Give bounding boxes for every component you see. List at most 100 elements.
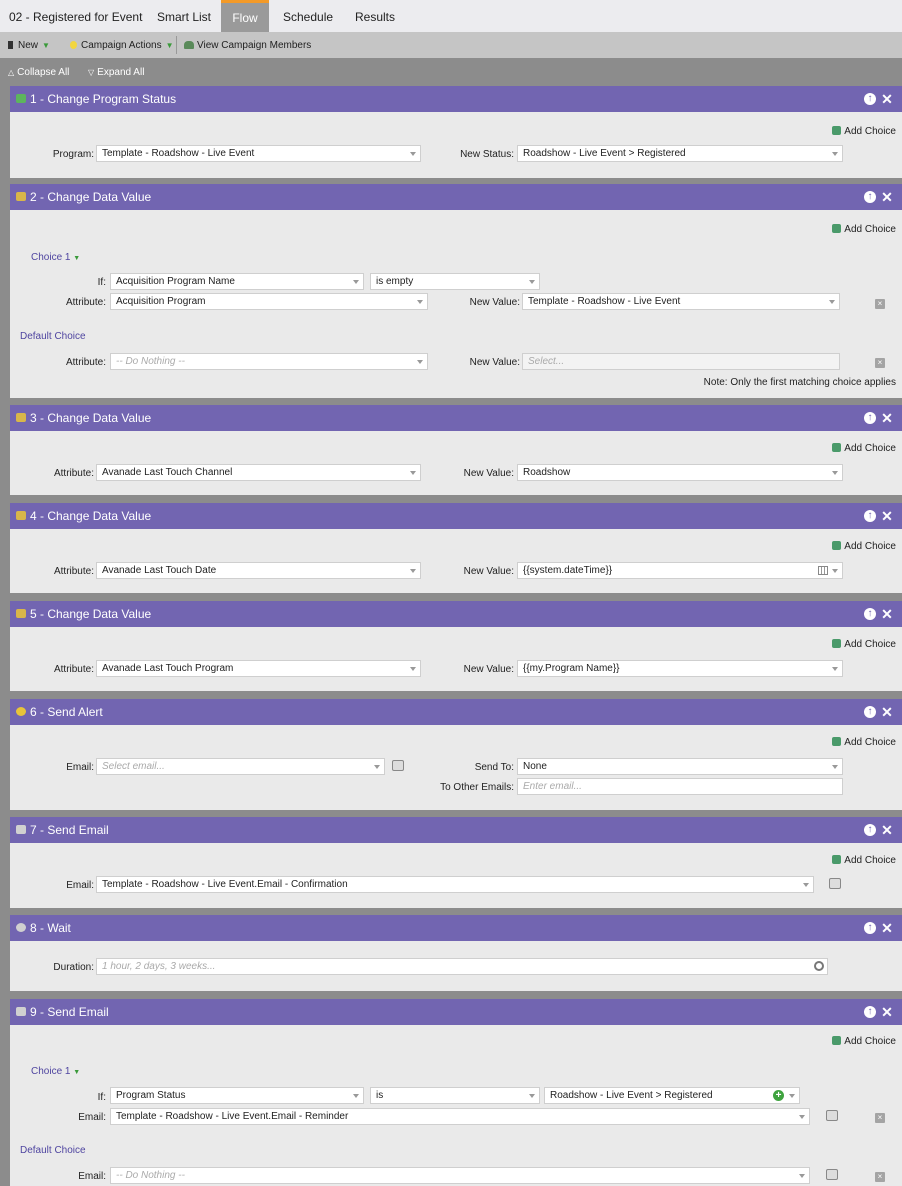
move-up-icon[interactable]: ↑: [864, 412, 876, 424]
remove-choice-icon[interactable]: ×: [875, 358, 885, 368]
if-value-select[interactable]: Roadshow - Live Event > Registered +: [544, 1087, 800, 1104]
flow-step-4: 4 - Change Data Value ↑ ✕ Add Choice Att…: [10, 503, 902, 593]
program-status-icon: [16, 94, 26, 103]
move-up-icon[interactable]: ↑: [864, 922, 876, 934]
chevron-down-icon: [353, 280, 359, 284]
duration-input[interactable]: 1 hour, 2 days, 3 weeks...: [96, 958, 828, 975]
attribute-select[interactable]: Acquisition Program: [110, 293, 428, 310]
move-up-icon[interactable]: ↑: [864, 824, 876, 836]
remove-choice-icon[interactable]: ×: [875, 299, 885, 309]
move-up-icon[interactable]: ↑: [864, 93, 876, 105]
flow-step-8: 8 - Wait ↑ ✕ Duration: 1 hour, 2 days, 3…: [10, 915, 902, 991]
move-up-icon[interactable]: ↑: [864, 510, 876, 522]
default-value-select[interactable]: Select...: [522, 353, 840, 370]
close-icon[interactable]: ✕: [881, 92, 893, 106]
other-emails-label: To Other Emails:: [440, 782, 514, 793]
add-choice-button[interactable]: Add Choice: [832, 126, 896, 137]
move-up-icon[interactable]: ↑: [864, 608, 876, 620]
step-header: 5 - Change Data Value ↑ ✕: [10, 601, 902, 627]
calendar-icon[interactable]: [818, 566, 828, 575]
view-campaign-members-button[interactable]: View Campaign Members: [184, 32, 311, 58]
flow-step-3: 3 - Change Data Value ↑ ✕ Add Choice Att…: [10, 405, 902, 495]
close-icon[interactable]: ✕: [881, 1005, 893, 1019]
choice-note: Note: Only the first matching choice app…: [703, 377, 896, 388]
new-status-select[interactable]: Roadshow - Live Event > Registered: [517, 145, 843, 162]
chevron-down-icon: [410, 471, 416, 475]
preview-email-icon[interactable]: [829, 878, 841, 889]
close-icon[interactable]: ✕: [881, 190, 893, 204]
expand-all-button[interactable]: ▽ Expand All: [88, 58, 144, 86]
default-email-select[interactable]: -- Do Nothing --: [110, 1167, 810, 1184]
add-choice-button[interactable]: Add Choice: [832, 443, 896, 454]
new-value-select[interactable]: {{my.Program Name}}: [517, 660, 843, 677]
campaign-actions-button[interactable]: Campaign Actions ▼: [70, 32, 174, 58]
close-icon[interactable]: ✕: [881, 705, 893, 719]
add-choice-button[interactable]: Add Choice: [832, 639, 896, 650]
tab-campaign-name[interactable]: 02 - Registered for Event: [9, 0, 142, 32]
collapse-all-button[interactable]: △ Collapse All: [8, 58, 69, 86]
close-icon[interactable]: ✕: [881, 509, 893, 523]
send-to-select[interactable]: None: [517, 758, 843, 775]
program-select[interactable]: Template - Roadshow - Live Event: [96, 145, 421, 162]
add-choice-button[interactable]: Add Choice: [832, 224, 896, 235]
default-attribute-select[interactable]: -- Do Nothing --: [110, 353, 428, 370]
move-up-icon[interactable]: ↑: [864, 1006, 876, 1018]
add-choice-icon: [832, 443, 842, 452]
remove-choice-icon[interactable]: ×: [875, 1172, 885, 1182]
add-choice-icon: [832, 855, 842, 864]
gear-icon[interactable]: [814, 961, 824, 971]
attribute-label: Attribute:: [53, 664, 94, 675]
tab-schedule[interactable]: Schedule: [283, 0, 333, 32]
if-operator-select[interactable]: is empty: [370, 273, 540, 290]
new-value-select[interactable]: {{system.dateTime}}: [517, 562, 843, 579]
remove-choice-icon[interactable]: ×: [875, 1113, 885, 1123]
email-select[interactable]: Template - Roadshow - Live Event.Email -…: [110, 1108, 810, 1125]
email-select[interactable]: Template - Roadshow - Live Event.Email -…: [96, 876, 814, 893]
program-label: Program:: [52, 149, 94, 160]
new-button[interactable]: New ▼: [8, 32, 50, 58]
close-icon[interactable]: ✕: [881, 921, 893, 935]
new-value-label: New Value:: [463, 566, 514, 577]
close-icon[interactable]: ✕: [881, 607, 893, 621]
step-header: 3 - Change Data Value ↑ ✕: [10, 405, 902, 431]
chevron-down-icon: ▼: [73, 255, 81, 262]
tab-flow[interactable]: Flow: [221, 0, 269, 32]
add-choice-button[interactable]: Add Choice: [832, 1036, 896, 1047]
chevron-down-icon: [803, 883, 809, 887]
add-choice-button[interactable]: Add Choice: [832, 541, 896, 552]
choice-1-label[interactable]: Choice 1 ▼: [31, 1066, 80, 1077]
move-up-icon[interactable]: ↑: [864, 706, 876, 718]
preview-email-icon[interactable]: [826, 1110, 838, 1121]
email-icon: [16, 825, 26, 834]
close-icon[interactable]: ✕: [881, 411, 893, 425]
preview-email-icon[interactable]: [826, 1169, 838, 1180]
add-choice-button[interactable]: Add Choice: [832, 737, 896, 748]
add-choice-button[interactable]: Add Choice: [832, 855, 896, 866]
preview-email-icon[interactable]: [392, 760, 404, 771]
attribute-select[interactable]: Avanade Last Touch Program: [96, 660, 421, 677]
step-header: 1 - Change Program Status ↑ ✕: [10, 86, 902, 112]
chevron-down-icon: [529, 280, 535, 284]
chevron-down-icon: [410, 667, 416, 671]
chevron-down-icon: [832, 471, 838, 475]
if-field-select[interactable]: Program Status: [110, 1087, 364, 1104]
add-value-icon[interactable]: +: [773, 1090, 784, 1101]
tab-smart-list[interactable]: Smart List: [157, 0, 211, 32]
alert-email-select[interactable]: Select email...: [96, 758, 385, 775]
clock-icon: [16, 923, 26, 932]
step-body: Add Choice Attribute: Avanade Last Touch…: [10, 627, 902, 691]
attribute-select[interactable]: Avanade Last Touch Channel: [96, 464, 421, 481]
new-value-label: New Value:: [463, 664, 514, 675]
other-emails-input[interactable]: Enter email...: [517, 778, 843, 795]
choice-1-label[interactable]: Choice 1 ▼: [31, 252, 80, 263]
attribute-select[interactable]: Avanade Last Touch Date: [96, 562, 421, 579]
close-icon[interactable]: ✕: [881, 823, 893, 837]
new-value-select[interactable]: Roadshow: [517, 464, 843, 481]
if-label: If:: [97, 277, 106, 288]
default-choice-label: Default Choice: [20, 1145, 86, 1156]
move-up-icon[interactable]: ↑: [864, 191, 876, 203]
if-operator-select[interactable]: is: [370, 1087, 540, 1104]
tab-results[interactable]: Results: [355, 0, 395, 32]
if-field-select[interactable]: Acquisition Program Name: [110, 273, 364, 290]
new-value-select[interactable]: Template - Roadshow - Live Event: [522, 293, 840, 310]
